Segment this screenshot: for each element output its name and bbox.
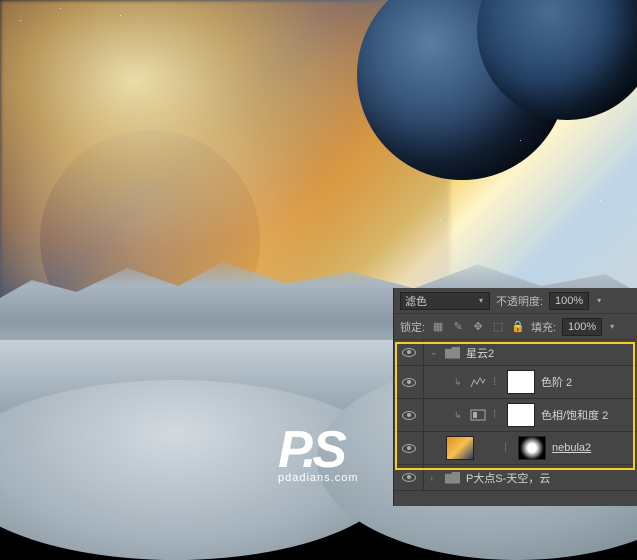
levels-adjustment-icon (469, 374, 487, 390)
smart-object-icon (480, 440, 498, 456)
link-mask-icon[interactable]: ⁞ (493, 408, 501, 422)
fill-label: 填充: (531, 319, 556, 335)
lock-artboard-icon[interactable]: ⬚ (491, 320, 505, 334)
star (600, 200, 601, 201)
opacity-input[interactable]: 100% (549, 292, 589, 310)
disclosure-icon[interactable]: › (430, 473, 439, 483)
layer-name: 星云2 (466, 345, 494, 361)
chevron-down-icon[interactable]: ▾ (595, 296, 603, 305)
opacity-label: 不透明度: (496, 293, 543, 309)
mask-thumbnail[interactable] (518, 436, 546, 460)
layer-name: 色相/饱和度 2 (541, 407, 608, 423)
star (20, 20, 21, 21)
layer-name: 色阶 2 (541, 374, 572, 390)
chevron-down-icon: ▾ (477, 296, 485, 305)
huesat-adjustment-icon (469, 407, 487, 423)
clip-indicator-icon: ↳ (454, 377, 463, 388)
layer-thumbnail[interactable] (446, 436, 474, 460)
folder-icon (445, 472, 460, 484)
layer-group-row[interactable]: ⌄ 星云2 (394, 340, 637, 366)
star (560, 180, 561, 181)
lock-position-icon[interactable]: ✥ (471, 320, 485, 334)
star (60, 8, 61, 9)
visibility-icon[interactable] (402, 473, 416, 482)
visibility-icon[interactable] (402, 444, 416, 453)
layer-name: nebula2 (552, 442, 591, 454)
lock-fill-row: 锁定: ▦ ✎ ✥ ⬚ 🔒 填充: 100% ▾ (394, 314, 637, 340)
mask-thumbnail[interactable] (507, 403, 535, 427)
blend-opacity-row: 滤色 ▾ 不透明度: 100% ▾ (394, 288, 637, 314)
folder-icon (445, 347, 460, 359)
star (440, 220, 441, 221)
link-mask-icon[interactable]: ⁞ (504, 441, 512, 455)
blend-mode-value: 滤色 (405, 293, 427, 309)
layer-group-row[interactable]: › P大点S-天空，云 (394, 465, 637, 491)
mask-thumbnail[interactable] (507, 370, 535, 394)
watermark-url: pdadians.com (278, 472, 359, 484)
layer-huesat-row[interactable]: ↳ ⁞ 色相/饱和度 2 (394, 399, 637, 432)
lock-all-icon[interactable]: 🔒 (511, 320, 525, 334)
lock-transparent-icon[interactable]: ▦ (431, 320, 445, 334)
layers-panel: 滤色 ▾ 不透明度: 100% ▾ 锁定: ▦ ✎ ✥ ⬚ 🔒 填充: 100%… (393, 288, 637, 506)
layer-levels-row[interactable]: ↳ ⁞ 色阶 2 (394, 366, 637, 399)
clip-indicator-icon: ↳ (454, 410, 463, 421)
disclosure-icon[interactable]: ⌄ (430, 347, 439, 358)
chevron-down-icon[interactable]: ▾ (608, 322, 616, 331)
link-mask-icon[interactable]: ⁞ (493, 375, 501, 389)
visibility-icon[interactable] (402, 348, 416, 357)
layer-name: P大点S-天空，云 (466, 470, 550, 486)
lock-label: 锁定: (400, 319, 425, 335)
lock-pixels-icon[interactable]: ✎ (451, 320, 465, 334)
star (120, 15, 121, 16)
layer-nebula-row[interactable]: ⁞ nebula2 (394, 432, 637, 465)
visibility-icon[interactable] (402, 411, 416, 420)
blend-mode-select[interactable]: 滤色 ▾ (400, 292, 490, 310)
visibility-icon[interactable] (402, 378, 416, 387)
watermark: P.S pdadians.com (278, 420, 359, 484)
fill-input[interactable]: 100% (562, 318, 602, 336)
star (520, 140, 521, 141)
watermark-logo: P.S (278, 420, 359, 480)
